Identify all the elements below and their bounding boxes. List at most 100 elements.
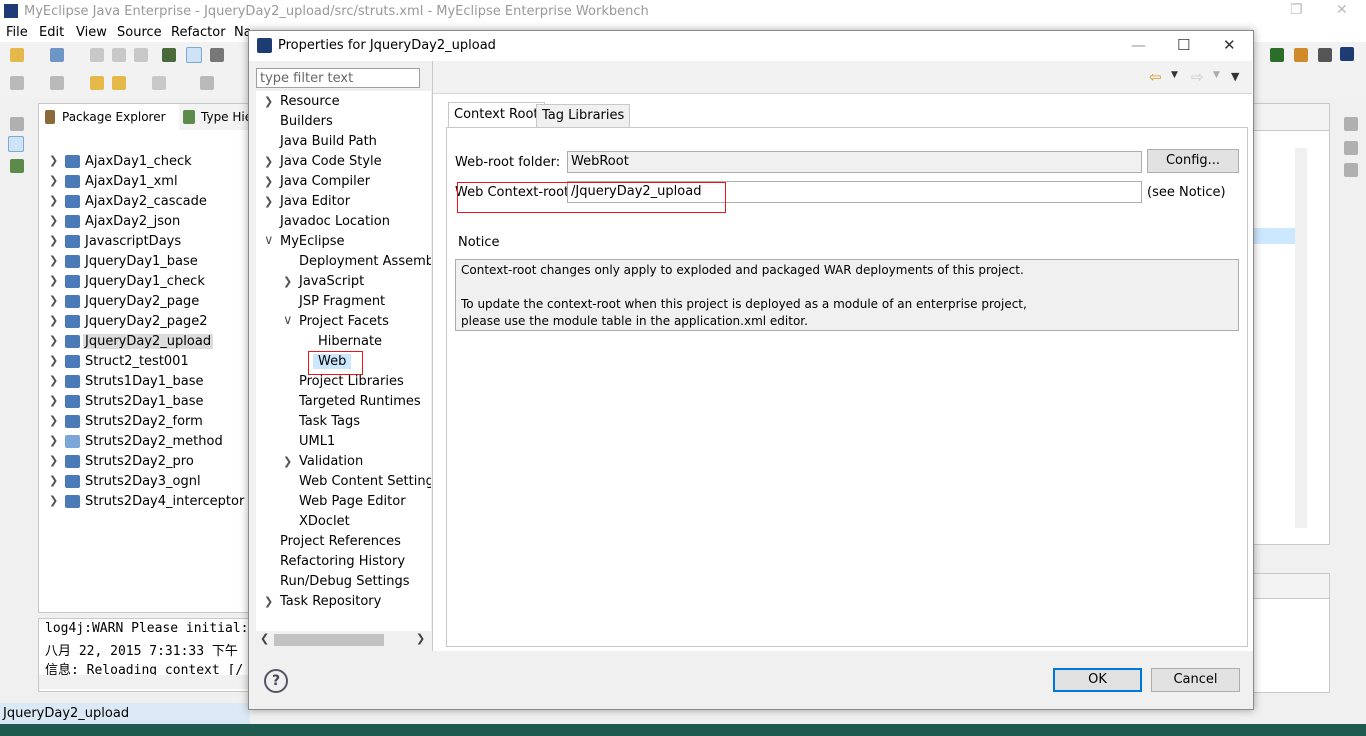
new-icon[interactable] [10, 48, 24, 62]
scroll-right-icon[interactable]: ❯ [416, 632, 425, 645]
project-item[interactable]: ❯ JqueryDay2_page2 [39, 312, 249, 332]
chevron-right-icon[interactable]: ❯ [49, 494, 58, 507]
tab-type-hierarchy[interactable]: Type Hie [179, 104, 251, 130]
tree-node[interactable]: ❯ Task Repository [256, 593, 431, 613]
hammer-icon[interactable] [210, 48, 224, 62]
menu-edit[interactable]: Edit [39, 25, 64, 40]
tree-node[interactable]: ❯ Java Compiler [256, 173, 431, 193]
view-menu-icon[interactable]: ▼ [1231, 70, 1239, 83]
menu-file[interactable]: File [6, 25, 28, 40]
forward-icon[interactable] [152, 76, 166, 90]
tree-node[interactable]: Task Tags [256, 413, 431, 433]
chevron-right-icon[interactable]: ❯ [49, 154, 58, 167]
tab-package-explorer[interactable]: Package Explorer [39, 104, 180, 130]
back-icon[interactable] [112, 76, 126, 90]
tree-node[interactable]: ∨ Project Facets [256, 313, 431, 333]
chevron-right-icon[interactable]: ❯ [49, 254, 58, 267]
tree-node[interactable]: Deployment Assembl [256, 253, 431, 273]
hierarchy-icon[interactable] [10, 159, 24, 173]
project-item[interactable]: ❯ Struts2Day2_method [39, 432, 249, 452]
tasks-icon[interactable] [1344, 163, 1358, 177]
project-item[interactable]: ❯ AjaxDay1_xml [39, 172, 249, 192]
minimize-icon[interactable]: — [1131, 36, 1146, 54]
project-item[interactable]: ❯ AjaxDay2_cascade [39, 192, 249, 212]
tree-node[interactable]: XDoclet [256, 513, 431, 533]
next-annotation-icon[interactable] [10, 76, 24, 90]
tab-tag-libraries[interactable]: Tag Libraries [536, 104, 631, 128]
chevron-right-icon[interactable]: ❯ [49, 394, 58, 407]
chevron-right-icon[interactable]: ❯ [49, 274, 58, 287]
menu-refactor[interactable]: Refactor [171, 25, 226, 40]
project-item[interactable]: ❯ Struts2Day1_base [39, 392, 249, 412]
project-item[interactable]: ❯ JqueryDay2_page [39, 292, 249, 312]
tree-node[interactable]: JSP Fragment [256, 293, 431, 313]
project-item[interactable]: ❯ AjaxDay2_json [39, 212, 249, 232]
project-item[interactable]: ❯ JavascriptDays [39, 232, 249, 252]
chevron-right-icon[interactable]: ❯ [49, 474, 58, 487]
print-icon[interactable] [134, 48, 148, 62]
project-item[interactable]: ❯ Struts1Day1_base [39, 372, 249, 392]
tree-node[interactable]: ❯ Validation [256, 453, 431, 473]
chevron-right-icon[interactable]: ❯ [264, 195, 273, 208]
project-item[interactable]: ❯ Struts2Day4_interceptor [39, 492, 249, 512]
tree-node[interactable]: Java Build Path [256, 133, 431, 153]
tree-node[interactable]: Web Content Settings [256, 473, 431, 493]
tree-node[interactable]: Web Page Editor [256, 493, 431, 513]
tree-node[interactable]: UML1 [256, 433, 431, 453]
new-project-icon[interactable] [50, 48, 64, 62]
menu-source[interactable]: Source [117, 25, 162, 40]
chevron-right-icon[interactable]: ❯ [49, 314, 58, 327]
tree-node[interactable]: ∨ MyEclipse [256, 233, 431, 253]
chevron-right-icon[interactable]: ❯ [264, 595, 273, 608]
chevron-right-icon[interactable]: ❯ [49, 454, 58, 467]
outline-scrollbar[interactable] [1295, 148, 1307, 528]
project-item[interactable]: ❯ Struct2_test001 [39, 352, 249, 372]
tree-node[interactable]: Builders [256, 113, 431, 133]
globe-icon[interactable] [1318, 48, 1332, 62]
console-hscroll[interactable] [39, 675, 251, 689]
project-item[interactable]: ❯ Struts2Day3_ognl [39, 472, 249, 492]
chevron-down-icon[interactable]: ▼ [1213, 70, 1220, 80]
chevron-right-icon[interactable]: ❯ [264, 155, 273, 168]
chevron-down-icon[interactable]: ∨ [264, 233, 274, 248]
save-all-icon[interactable] [112, 48, 126, 62]
myeclipse-perspective-icon[interactable] [1340, 47, 1354, 61]
chevron-right-icon[interactable]: ❯ [264, 175, 273, 188]
server-icon[interactable] [162, 48, 176, 62]
cancel-button[interactable]: Cancel [1151, 668, 1240, 692]
chevron-right-icon[interactable]: ❯ [49, 194, 58, 207]
chevron-right-icon[interactable]: ❯ [49, 414, 58, 427]
chevron-right-icon[interactable]: ❯ [49, 214, 58, 227]
project-item[interactable]: ❯ JqueryDay1_base [39, 252, 249, 272]
package-explorer-icon[interactable] [8, 136, 24, 152]
chevron-down-icon[interactable]: ∨ [283, 313, 293, 328]
chevron-right-icon[interactable]: ❯ [49, 174, 58, 187]
tree-node[interactable]: Run/Debug Settings [256, 573, 431, 593]
chevron-right-icon[interactable]: ❯ [283, 455, 292, 468]
scroll-left-icon[interactable]: ❮ [260, 632, 269, 645]
perspective-icon[interactable] [1294, 48, 1308, 62]
ok-button[interactable]: OK [1053, 668, 1142, 692]
tree-node[interactable]: ❯ Resource [256, 93, 431, 113]
tree-node[interactable]: Targeted Runtimes [256, 393, 431, 413]
config-button[interactable]: Config... [1147, 149, 1239, 173]
chevron-right-icon[interactable]: ❯ [283, 275, 292, 288]
restore-view-icon[interactable] [10, 117, 24, 131]
tree-node[interactable]: Javadoc Location [256, 213, 431, 233]
list-icon[interactable] [1344, 141, 1358, 155]
chevron-right-icon[interactable]: ❯ [264, 95, 273, 108]
chevron-right-icon[interactable]: ❯ [49, 234, 58, 247]
chevron-right-icon[interactable]: ❯ [49, 434, 58, 447]
close-icon[interactable]: ✕ [1223, 36, 1236, 54]
chevron-right-icon[interactable]: ❯ [49, 374, 58, 387]
chevron-down-icon[interactable]: ▼ [1171, 70, 1178, 80]
project-item[interactable]: ❯ Struts2Day2_pro [39, 452, 249, 472]
back-arrow-icon[interactable]: ⇦ [1149, 68, 1162, 86]
project-item[interactable]: ❯ AjaxDay1_check [39, 152, 249, 172]
last-edit-icon[interactable] [90, 76, 104, 90]
scroll-thumb[interactable] [274, 634, 384, 646]
tree-node[interactable]: Refactoring History [256, 553, 431, 573]
tab-context-root[interactable]: Context Root [448, 102, 545, 128]
project-item[interactable]: ❯ Struts2Day2_form [39, 412, 249, 432]
tree-node[interactable]: Hibernate [256, 333, 431, 353]
